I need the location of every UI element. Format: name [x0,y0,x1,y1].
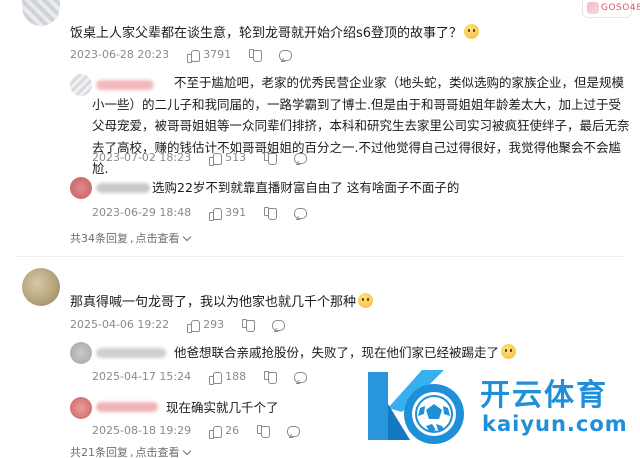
thumb-down-icon[interactable] [242,318,256,332]
smile-emoji-icon [358,293,374,308]
like-count: 391 [225,206,247,219]
smile-emoji-icon [501,344,517,359]
reply-meta: 2025-08-18 19:29 26 [92,424,304,439]
more-replies[interactable]: 共34条回复, 点击查看 [70,230,191,246]
like-count: 26 [225,424,240,437]
like-count: 188 [225,370,247,383]
reply-meta: 2025-04-17 15:24 188 [92,370,311,385]
reply-date: 2025-08-18 19:29 [92,424,192,437]
thumb-up-icon[interactable] [209,371,223,385]
like-count: 513 [225,151,247,164]
comment-date: 2023-06-28 20:23 [70,48,170,61]
reply-text: 现在确实就几千个了 [166,400,279,415]
mini-avatar [587,2,599,14]
chevron-down-icon [182,446,191,456]
expand-link[interactable]: 点击查看 [136,232,180,245]
reply-bubble-icon[interactable] [294,152,308,164]
reply-bubble-icon[interactable] [287,425,301,437]
watermark: 开云体育 kaiyun.com [362,360,632,452]
comment-section: GOSO48 饭桌上人家父辈都在谈生意，轮到龙哥就开始介绍s6登顶的故事了？ 2… [0,0,640,458]
thumb-down-icon[interactable] [257,424,271,438]
soccer-ball-logo [368,370,464,444]
reply-date: 2025-04-17 15:24 [92,370,192,383]
avatar[interactable] [70,342,92,364]
like-count: 293 [203,318,225,331]
top-right-badge[interactable]: GOSO48 [582,0,640,18]
avatar[interactable] [22,268,60,306]
watermark-en: kaiyun.com [482,412,628,436]
thumb-up-icon[interactable] [209,425,223,439]
username-redacted[interactable] [96,348,166,358]
username-redacted[interactable] [96,183,150,193]
thumb-down-icon[interactable] [249,48,263,62]
reply-bubble-icon[interactable] [294,207,308,219]
reply-count: 共34条回复 [70,232,128,245]
divider [16,256,624,257]
reply-date: 2023-06-29 18:48 [92,206,192,219]
thumb-down-icon[interactable] [264,151,278,165]
avatar[interactable] [70,177,92,199]
reply-bubble-icon[interactable] [279,49,293,61]
thumb-down-icon[interactable] [264,370,278,384]
comment-meta: 2025-04-06 19:22 293 [70,318,289,333]
thumb-up-icon[interactable] [209,207,223,221]
more-replies[interactable]: 共21条回复, 点击查看 [70,444,191,458]
reply-bubble-icon[interactable] [294,371,308,383]
reply-meta: 2023-06-29 18:48 391 [92,206,311,221]
chevron-down-icon [182,232,191,242]
thumb-up-icon[interactable] [187,319,201,333]
reply-text: 选购22岁不到就靠直播财富自由了 这有啥面子不面子的 [152,180,460,195]
reply-date: 2023-07-02 18:23 [92,151,192,164]
reply-meta: 2023-07-02 18:23 513 [92,151,311,166]
avatar[interactable] [70,397,92,419]
expand-link[interactable]: 点击查看 [136,446,180,458]
avatar[interactable] [22,0,60,26]
thumb-up-icon[interactable] [187,49,201,63]
username-redacted[interactable] [96,402,158,412]
like-count: 3791 [203,48,232,61]
thumb-up-icon[interactable] [209,152,223,166]
comment-date: 2025-04-06 19:22 [70,318,170,331]
reply-bubble-icon[interactable] [272,319,286,331]
comment-text: 那真得喊一句龙哥了，我以为他家也就几千个那种 [70,292,374,313]
smile-emoji-icon [464,24,480,39]
badge-count: GOSO48 [601,3,640,13]
watermark-cn: 开云体育 [480,378,608,413]
comment-meta: 2023-06-28 20:23 3791 [70,48,296,63]
avatar[interactable] [70,74,92,96]
thumb-down-icon[interactable] [264,206,278,220]
reply-count: 共21条回复 [70,446,128,458]
comment-text: 饭桌上人家父辈都在谈生意，轮到龙哥就开始介绍s6登顶的故事了？ [70,23,480,44]
